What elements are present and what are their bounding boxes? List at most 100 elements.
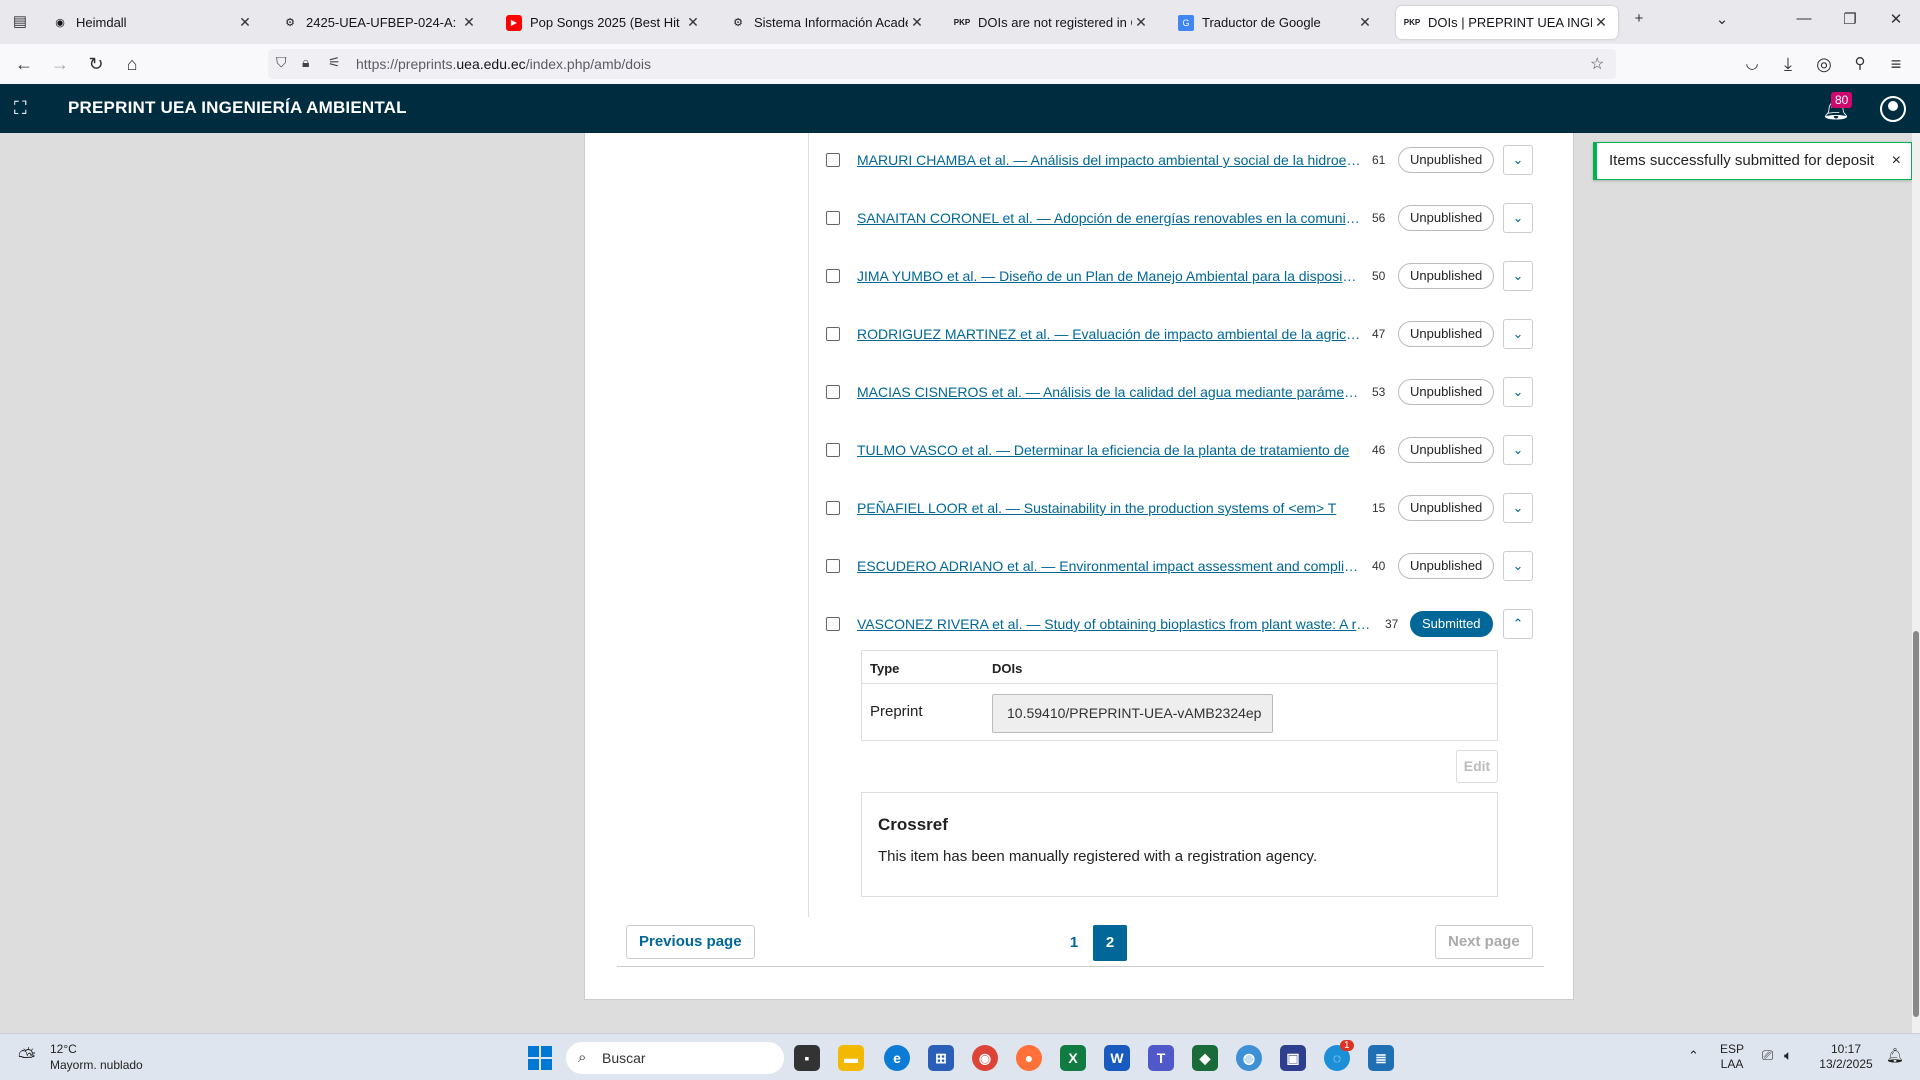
forward-icon[interactable]: → [48, 52, 72, 76]
row-checkbox[interactable] [826, 385, 840, 399]
close-tab-icon[interactable]: ✕ [1356, 14, 1374, 31]
submission-link[interactable]: VASCONEZ RIVERA et al. — Study of obtain… [857, 616, 1377, 632]
row-checkbox[interactable] [826, 443, 840, 457]
close-window-icon[interactable]: ✕ [1884, 10, 1908, 28]
firefox-icon[interactable]: ● [1016, 1045, 1042, 1071]
word-icon[interactable]: W [1104, 1045, 1130, 1071]
home-icon[interactable]: ⌂ [120, 52, 144, 76]
pkp-icon: PKP [1403, 18, 1421, 27]
account-icon[interactable]: ◎ [1812, 52, 1836, 76]
pocket-icon[interactable]: ◡ [1740, 52, 1764, 76]
save-app-icon[interactable]: ▣ [1280, 1045, 1306, 1071]
edit-button[interactable]: Edit [1456, 750, 1498, 783]
close-tab-icon[interactable]: ✕ [1132, 14, 1150, 31]
submission-link[interactable]: TULMO VASCO et al. — Determinar la efici… [857, 442, 1362, 458]
taskbar-search[interactable]: ⌕ Buscar [566, 1042, 784, 1074]
permissions-icon[interactable]: ⚟ [328, 54, 341, 71]
close-tab-icon[interactable]: ✕ [684, 14, 702, 31]
restore-icon[interactable]: ❐ [1838, 10, 1862, 28]
row-checkbox[interactable] [826, 501, 840, 515]
pagination: Previous page 1 2 Next page [617, 913, 1544, 967]
weather-desc[interactable]: Mayorm. nublado [50, 1058, 143, 1072]
submission-link[interactable]: SANAITAN CORONEL et al. — Adopción de en… [857, 210, 1362, 226]
expand-chevron-icon[interactable]: ⌄ [1503, 377, 1533, 407]
weather-temp[interactable]: 12°C [50, 1042, 77, 1056]
submission-link[interactable]: MACIAS CISNEROS et al. — Análisis de la … [857, 384, 1362, 400]
new-tab-icon[interactable]: + [1627, 10, 1651, 27]
doi-table: Type DOIs Preprint 10.59410/PREPRINT-UEA… [861, 650, 1498, 741]
previous-page-button[interactable]: Previous page [626, 925, 755, 959]
app-icon[interactable]: ◆ [1192, 1045, 1218, 1071]
sitemap-icon[interactable]: ⛶ [14, 98, 27, 119]
downloads-icon[interactable]: ⤓ [1776, 52, 1800, 76]
menu-icon[interactable]: ≡ [1884, 52, 1908, 76]
back-icon[interactable]: ← [12, 52, 36, 76]
task-view-icon[interactable]: ▪ [794, 1045, 820, 1071]
row-checkbox[interactable] [826, 153, 840, 167]
row-checkbox[interactable] [826, 211, 840, 225]
excel-icon[interactable]: X [1060, 1045, 1086, 1071]
notepad-icon[interactable]: ≣ [1368, 1045, 1394, 1071]
row-checkbox[interactable] [826, 269, 840, 283]
language-indicator[interactable]: ESP LAA [1720, 1042, 1744, 1072]
context-title[interactable]: PREPRINT UEA INGENIERÍA AMBIENTAL [68, 98, 407, 118]
expand-chevron-icon[interactable]: ⌄ [1503, 551, 1533, 581]
chrome-icon[interactable]: ◉ [972, 1045, 998, 1071]
submission-link[interactable]: RODRIGUEZ MARTINEZ et al. — Evaluación d… [857, 326, 1362, 342]
scrollbar-thumb[interactable] [1913, 631, 1919, 1017]
shield-icon[interactable]: ⛉ [276, 54, 287, 71]
teams-icon[interactable]: T [1148, 1045, 1174, 1071]
row-checkbox[interactable] [826, 559, 840, 573]
row-checkbox[interactable] [826, 617, 840, 631]
collapse-chevron-icon[interactable]: ⌃ [1503, 609, 1533, 639]
expand-chevron-icon[interactable]: ⌄ [1503, 319, 1533, 349]
expand-chevron-icon[interactable]: ⌄ [1503, 145, 1533, 175]
lock-icon[interactable]: 🔒︎ [302, 54, 309, 71]
extensions-icon[interactable]: ⚲ [1848, 52, 1872, 76]
submission-link[interactable]: PEÑAFIEL LOOR et al. — Sustainability in… [857, 500, 1362, 516]
doi-field[interactable]: 10.59410/PREPRINT-UEA-vAMB2324ep [992, 694, 1273, 733]
next-page-button[interactable]: Next page [1435, 925, 1533, 959]
tray-chevron-icon[interactable]: ⌃ [1688, 1048, 1699, 1063]
clock[interactable]: 10:17 13/2/2025 [1814, 1042, 1878, 1072]
close-tab-icon[interactable]: ✕ [460, 14, 478, 31]
reload-icon[interactable]: ↻ [84, 52, 108, 76]
tab-pkp-forum[interactable]: PKP DOIs are not registered in OPS ✕ [946, 6, 1158, 39]
tab-cuestionario[interactable]: ⚙ 2425-UEA-UFBEP-024-A: Cuestionario ✕ [274, 6, 486, 39]
submission-link[interactable]: MARURI CHAMBA et al. — Análisis del impa… [857, 152, 1362, 168]
weather-cloud-icon[interactable]: ⛅︎ [18, 1044, 36, 1070]
expand-chevron-icon[interactable]: ⌄ [1503, 435, 1533, 465]
user-avatar-icon[interactable] [1880, 96, 1906, 122]
minimize-icon[interactable]: — [1792, 10, 1816, 27]
globe-app-icon[interactable]: ◍ [1236, 1045, 1262, 1071]
row-checkbox[interactable] [826, 327, 840, 341]
file-explorer-icon[interactable]: ▬ [838, 1045, 864, 1071]
tab-translate[interactable]: G Traductor de Google ✕ [1170, 6, 1382, 39]
store-icon[interactable]: ⊞ [928, 1045, 954, 1071]
page-2-button[interactable]: 2 [1093, 925, 1127, 961]
bookmark-star-icon[interactable]: ☆ [1590, 54, 1604, 74]
tab-sistema-academica[interactable]: ⚙ Sistema Información Académica ✕ [722, 6, 934, 39]
tab-dois-active[interactable]: PKP DOIs | PREPRINT UEA INGENIERÍA AMBIE… [1396, 6, 1618, 39]
submission-link[interactable]: ESCUDERO ADRIANO et al. — Environmental … [857, 558, 1362, 574]
close-tab-icon[interactable]: ✕ [1592, 14, 1610, 31]
expand-chevron-icon[interactable]: ⌄ [1503, 493, 1533, 523]
url-bar[interactable]: ⛉ 🔒︎ ⚟ https://preprints.uea.edu.ec/inde… [268, 49, 1616, 79]
close-tab-icon[interactable]: ✕ [908, 14, 926, 31]
close-icon[interactable]: × [1892, 143, 1901, 179]
notifications-icon[interactable]: 🔔︎ [1886, 1048, 1904, 1063]
page-1-button[interactable]: 1 [1057, 925, 1091, 961]
tab-heimdall[interactable]: ◉ Heimdall ✕ [44, 6, 262, 39]
close-tab-icon[interactable]: ✕ [236, 14, 254, 31]
tab-overflow-chevron-icon[interactable]: ⌄ [1710, 10, 1734, 28]
expand-chevron-icon[interactable]: ⌄ [1503, 203, 1533, 233]
submission-link[interactable]: JIMA YUMBO et al. — Diseño de un Plan de… [857, 268, 1362, 284]
volume-icon[interactable]: 🔈︎ [1784, 1048, 1792, 1063]
windows-start-icon[interactable] [528, 1046, 552, 1070]
tab-list-icon[interactable]: ▤ [8, 10, 32, 34]
expand-chevron-icon[interactable]: ⌄ [1503, 261, 1533, 291]
edge-icon[interactable]: e [884, 1045, 910, 1071]
url-text[interactable]: https://preprints.uea.edu.ec/index.php/a… [356, 56, 651, 72]
tab-pop-songs[interactable]: ▶ Pop Songs 2025 (Best Hit Music ✕ [498, 6, 710, 39]
network-icon[interactable]: ⎚ [1762, 1048, 1773, 1063]
